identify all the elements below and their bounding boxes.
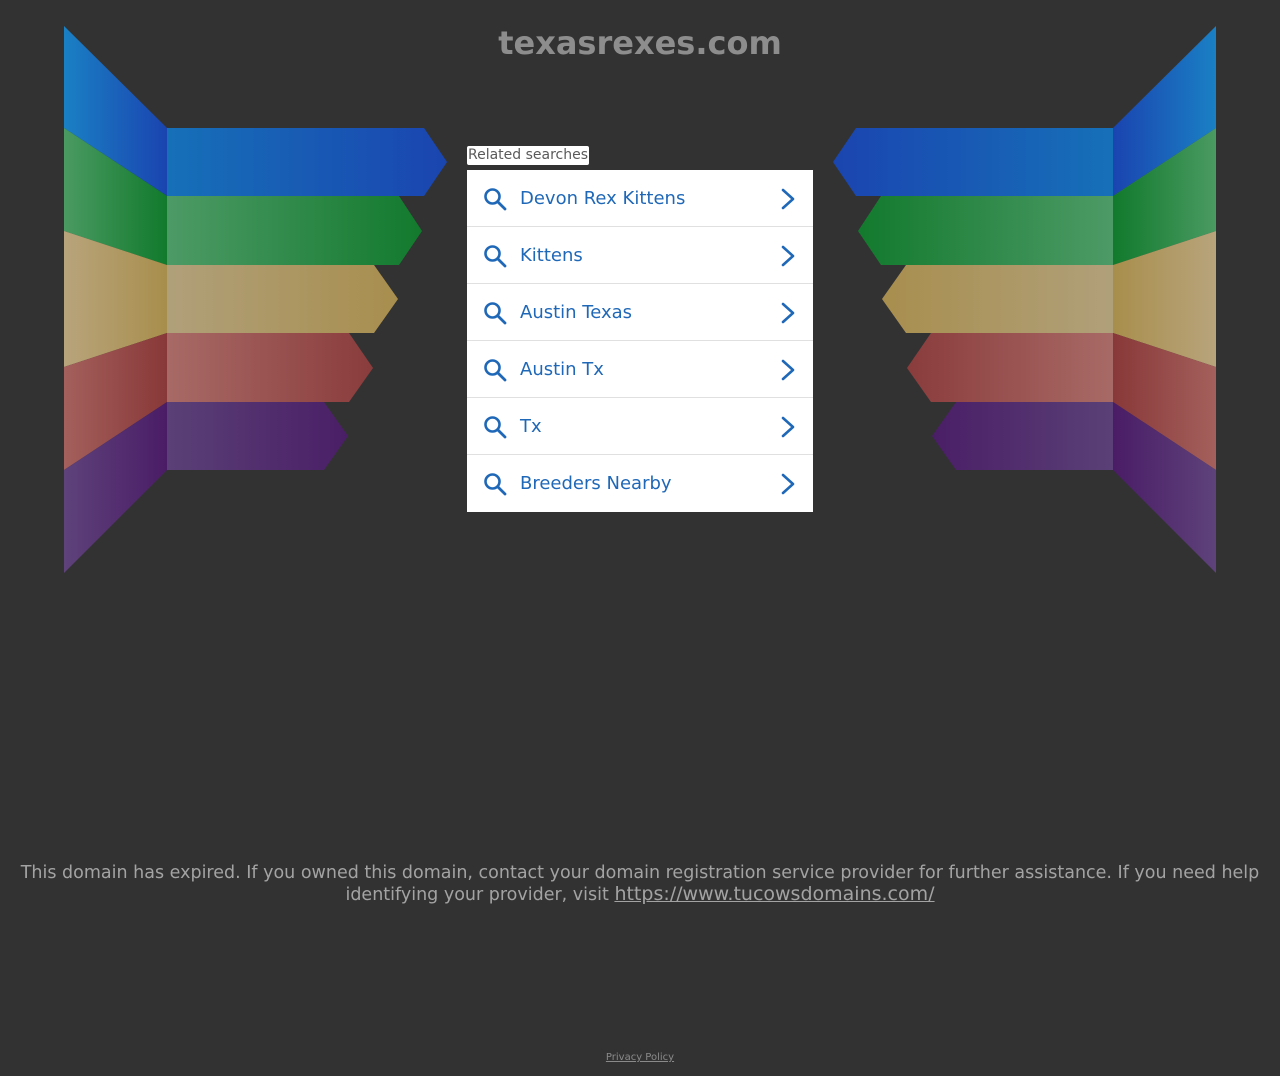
right-wing [833, 26, 1216, 573]
domain-expired-notice: This domain has expired. If you owned th… [10, 863, 1270, 906]
related-searches-label: Related searches [467, 146, 590, 165]
chevron-right-icon [781, 302, 795, 324]
search-icon [484, 473, 507, 496]
chevron-right-icon [781, 473, 795, 495]
related-search-label: Kittens [520, 245, 583, 266]
parked-domain-page: texasrexes.com Related searches Devon Re… [0, 0, 1280, 1076]
related-search-link[interactable]: Kittens [467, 227, 813, 284]
search-icon [484, 188, 507, 211]
related-search-link[interactable]: Devon Rex Kittens [467, 170, 813, 227]
chevron-right-icon [781, 359, 795, 381]
related-search-link[interactable]: Austin Tx [467, 341, 813, 398]
related-search-label: Austin Texas [520, 302, 633, 323]
related-search-link[interactable]: Breeders Nearby [467, 455, 813, 512]
chevron-right-icon [781, 416, 795, 438]
privacy-policy-link[interactable]: Privacy Policy [606, 1052, 674, 1063]
related-search-label: Tx [520, 416, 542, 437]
related-search-label: Austin Tx [520, 359, 604, 380]
related-search-link[interactable]: Tx [467, 398, 813, 455]
related-search-link[interactable]: Austin Texas [467, 284, 813, 341]
registrar-link[interactable]: https://www.tucowsdomains.com/ [614, 883, 934, 905]
related-searches-list: Devon Rex Kittens Kittens Austin Texas A… [467, 170, 813, 512]
privacy-policy-container: Privacy Policy [0, 1052, 1280, 1064]
chevron-right-icon [781, 245, 795, 267]
search-icon [484, 302, 507, 325]
domain-title: texasrexes.com [498, 24, 782, 62]
left-wing [64, 26, 447, 573]
chevron-right-icon [781, 188, 795, 210]
decorative-ribbon-wings [64, 26, 1216, 573]
related-search-label: Breeders Nearby [520, 473, 672, 494]
search-icon [484, 416, 507, 439]
related-search-label: Devon Rex Kittens [520, 188, 686, 209]
search-icon [484, 359, 507, 382]
search-icon [484, 245, 507, 268]
